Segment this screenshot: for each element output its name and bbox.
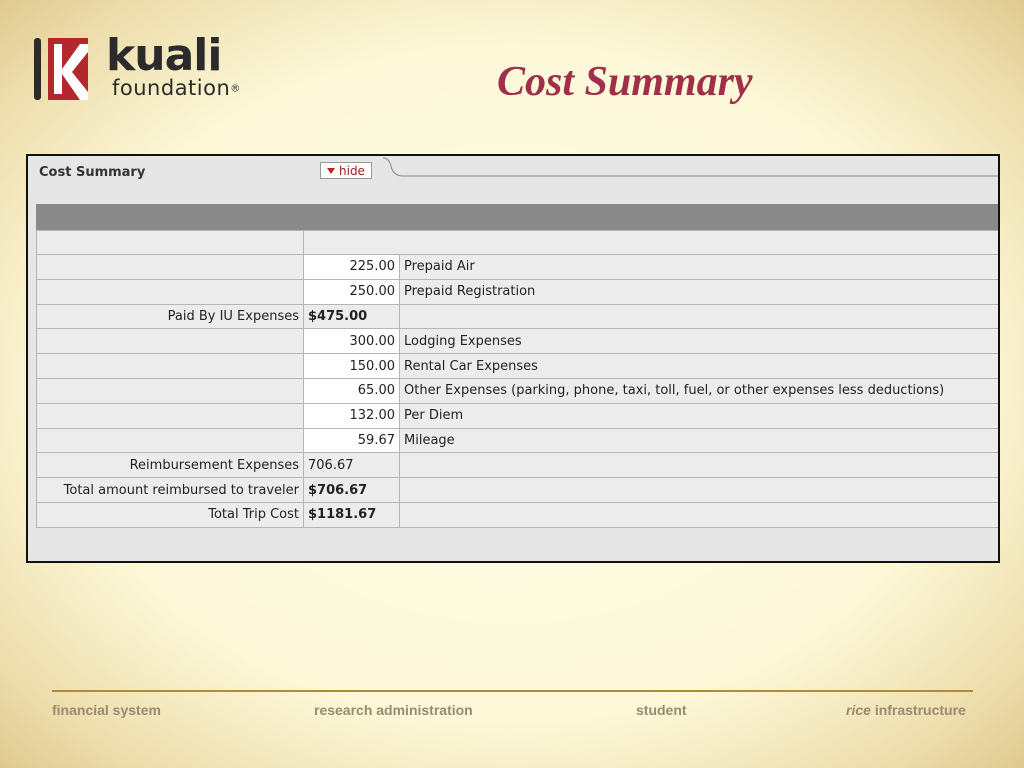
table-row: Paid By IU Expenses $475.00 — [36, 303, 998, 330]
table-row: Total Trip Cost $1181.67 — [36, 501, 998, 528]
footer-research-administration: research administration — [314, 702, 473, 718]
panel-tab-title: Cost Summary — [39, 165, 146, 180]
hide-button[interactable]: hide — [320, 162, 372, 179]
registered-mark: ® — [230, 83, 241, 95]
row-label — [36, 402, 304, 429]
description-cell: Prepaid Air — [399, 254, 998, 280]
kuali-k-icon — [48, 38, 88, 100]
panel-tab-header: Cost Summary hide — [28, 156, 384, 194]
amount-cell: 250.00 — [303, 278, 400, 305]
row-label — [36, 427, 304, 454]
table-row: 59.67 Mileage — [36, 427, 998, 454]
description-cell — [399, 452, 998, 479]
description-cell — [399, 303, 998, 330]
footer-infrastructure: infrastructure — [874, 702, 966, 718]
row-label: Total Trip Cost — [36, 501, 304, 528]
row-label — [36, 377, 304, 404]
triangle-down-icon — [327, 167, 335, 174]
table-row: 250.00 Prepaid Registration — [36, 278, 998, 305]
logo-subtitle: foundation® — [112, 76, 241, 100]
cost-table: 225.00 Prepaid Air 250.00 Prepaid Regist… — [36, 230, 998, 528]
table-row: 150.00 Rental Car Expenses — [36, 353, 998, 379]
description-cell — [399, 501, 998, 528]
amount-cell: 65.00 — [303, 377, 400, 404]
description-cell: Mileage — [399, 427, 998, 454]
footer-divider — [52, 690, 973, 692]
tab-divider-line — [383, 157, 998, 177]
row-label — [36, 353, 304, 379]
description-cell: Per Diem — [399, 402, 998, 429]
footer-rice-infrastructure: rice infrastructure — [846, 702, 966, 718]
table-row-empty — [36, 230, 998, 255]
cost-summary-panel: Cost Summary hide 225.00 Prepaid Air 250… — [26, 154, 1000, 563]
row-label: Total amount reimbursed to traveler — [36, 477, 304, 503]
table-row: 300.00 Lodging Expenses — [36, 328, 998, 355]
amount-cell: 225.00 — [303, 254, 400, 280]
row-label: Paid By IU Expenses — [36, 303, 304, 330]
table-header-band — [36, 204, 998, 230]
amount-cell: 132.00 — [303, 402, 400, 429]
slide-title: Cost Summary — [497, 59, 753, 105]
total-cell: $1181.67 — [303, 501, 400, 528]
table-row: Total amount reimbursed to traveler $706… — [36, 477, 998, 503]
row-label: Reimbursement Expenses — [36, 452, 304, 479]
description-cell — [399, 477, 998, 503]
hide-button-label: hide — [339, 163, 365, 178]
subtotal-cell: 706.67 — [303, 452, 400, 479]
description-cell: Rental Car Expenses — [399, 353, 998, 379]
footer-rice: rice — [846, 702, 871, 718]
footer-student: student — [636, 702, 687, 718]
kuali-logo: kuali foundation® — [34, 30, 294, 102]
subtotal-cell: $475.00 — [303, 303, 400, 330]
table-row: 132.00 Per Diem — [36, 402, 998, 429]
amount-cell: 59.67 — [303, 427, 400, 454]
row-label — [36, 254, 304, 280]
description-cell: Lodging Expenses — [399, 328, 998, 355]
table-row: 65.00 Other Expenses (parking, phone, ta… — [36, 377, 998, 404]
table-cell — [303, 230, 998, 255]
table-row: Reimbursement Expenses 706.67 — [36, 452, 998, 479]
total-cell: $706.67 — [303, 477, 400, 503]
description-cell: Prepaid Registration — [399, 278, 998, 305]
logo-bar — [34, 38, 41, 100]
amount-cell: 150.00 — [303, 353, 400, 379]
logo-subtitle-text: foundation — [112, 76, 231, 100]
row-label — [36, 278, 304, 305]
description-cell: Other Expenses (parking, phone, taxi, to… — [399, 377, 998, 404]
table-row: 225.00 Prepaid Air — [36, 254, 998, 280]
row-label — [36, 328, 304, 355]
amount-cell: 300.00 — [303, 328, 400, 355]
logo-wordmark: kuali — [106, 30, 222, 81]
table-cell — [36, 230, 304, 255]
footer-financial-system: financial system — [52, 702, 161, 718]
